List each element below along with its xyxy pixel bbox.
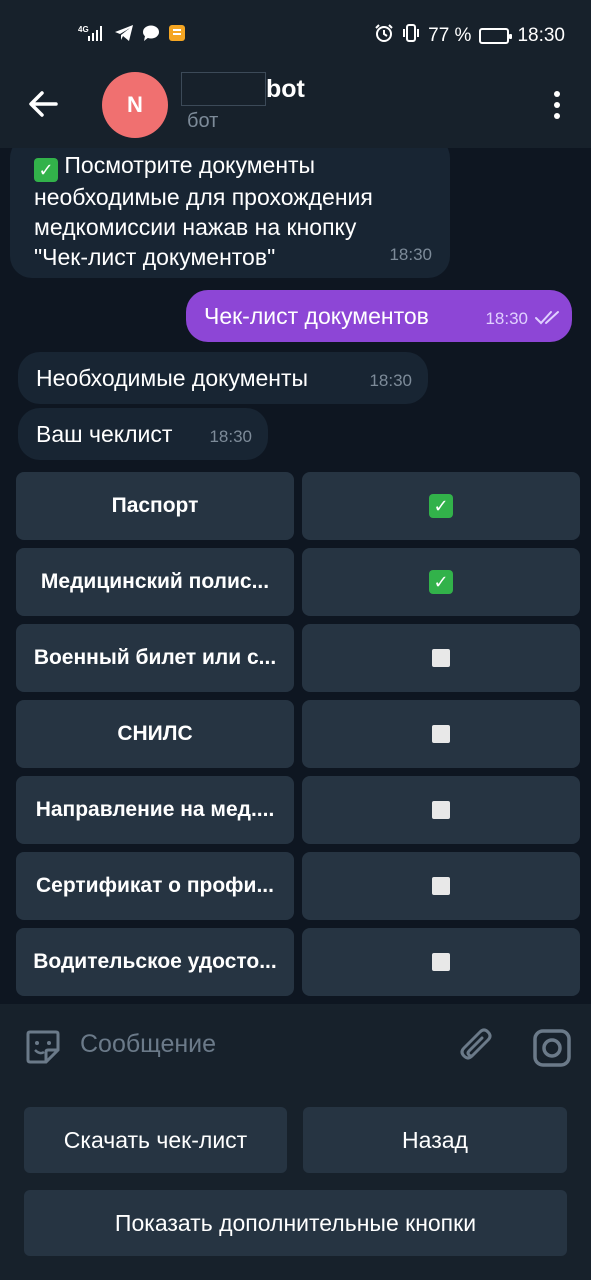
checklist-item-label: Водительское удосто... <box>33 950 277 973</box>
chat-area[interactable]: ✓ Посмотрите документы необходимые для п… <box>0 148 591 1004</box>
checklist-item-button[interactable]: Водительское удосто... <box>16 928 294 996</box>
checklist-item-label: Медицинский полис... <box>40 570 270 593</box>
message-text: Ваш чеклист <box>36 421 173 447</box>
checklist-item-button[interactable]: Сертификат о профи... <box>16 852 294 920</box>
checklist-item-button[interactable]: Паспорт <box>16 472 294 540</box>
message-line: необходимые для прохождения <box>34 184 373 210</box>
battery-percent: 77 % <box>428 25 472 46</box>
checked-icon: ✓ <box>429 570 453 594</box>
chat-subtitle: бот <box>187 110 219 132</box>
message-bubble-incoming: Ваш чеклист 18:30 <box>18 408 268 460</box>
download-checklist-button[interactable]: Скачать чек-лист <box>24 1107 287 1173</box>
chat-title: bot <box>266 75 305 103</box>
double-check-icon <box>534 302 562 332</box>
checklist-item-label: СНИЛС <box>117 722 193 745</box>
attach-icon[interactable] <box>458 1028 496 1073</box>
message-time: 18:30 <box>389 245 432 264</box>
checklist-status-button[interactable]: ✓ <box>302 472 580 540</box>
back-button[interactable]: Назад <box>303 1107 567 1173</box>
reply-keyboard: Скачать чек-лист Назад Показать дополнит… <box>0 1088 591 1280</box>
message-text: Чек-лист документов <box>204 303 429 329</box>
checklist-item-button[interactable]: Направление на мед.... <box>16 776 294 844</box>
checklist-status-button[interactable] <box>302 776 580 844</box>
unchecked-box-icon <box>432 877 450 895</box>
sticker-icon[interactable] <box>24 1028 62 1071</box>
unchecked-box-icon <box>432 801 450 819</box>
message-input[interactable]: Сообщение <box>80 1030 216 1059</box>
checklist-item-label: Паспорт <box>111 494 199 517</box>
alarm-icon <box>374 23 394 49</box>
chat-title-area[interactable]: bot <box>181 72 305 106</box>
message-bubble-outgoing: Чек-лист документов 18:30 <box>186 290 572 342</box>
checklist-item-button[interactable]: СНИЛС <box>16 700 294 768</box>
message-input-bar: Сообщение <box>0 1004 591 1088</box>
message-time: 18:30 <box>369 371 412 390</box>
signal-icon: 4G <box>78 24 106 48</box>
message-line: Посмотрите документы <box>64 152 316 178</box>
message-text: ✓ Посмотрите документы необходимые для п… <box>34 150 373 272</box>
battery-icon <box>479 28 513 44</box>
status-left: 4G <box>78 24 186 48</box>
checklist-item-button[interactable]: Военный билет или с... <box>16 624 294 692</box>
avatar-letter: N <box>127 92 143 117</box>
checklist-item-label: Сертификат о профи... <box>36 874 274 897</box>
checklist-item-label: Направление на мед.... <box>35 798 275 821</box>
checklist-status-button[interactable] <box>302 624 580 692</box>
checked-icon: ✓ <box>429 494 453 518</box>
checklist-status-button[interactable]: ✓ <box>302 548 580 616</box>
telegram-icon <box>114 24 134 48</box>
message-line: "Чек-лист документов" <box>34 244 276 270</box>
status-right: 77 % 18:30 <box>374 23 565 49</box>
back-arrow-icon[interactable] <box>26 86 62 122</box>
app-notification-icon <box>168 24 186 48</box>
redacted-name <box>181 72 266 106</box>
message-time: 18:30 <box>209 427 252 446</box>
message-line: медкомиссии нажав на кнопку <box>34 214 357 240</box>
unchecked-box-icon <box>432 649 450 667</box>
clock: 18:30 <box>517 25 565 46</box>
vibrate-icon <box>402 23 420 49</box>
unchecked-box-icon <box>432 725 450 743</box>
avatar[interactable]: N <box>102 72 168 138</box>
check-emoji-icon: ✓ <box>34 158 58 182</box>
message-text: Необходимые документы <box>36 365 309 391</box>
show-more-buttons-button[interactable]: Показать дополнительные кнопки <box>24 1190 567 1256</box>
checklist-item-label: Военный билет или с... <box>33 646 277 669</box>
unchecked-box-icon <box>432 953 450 971</box>
chat-header: N bot бот <box>0 72 591 148</box>
message-bubble-incoming: ✓ Посмотрите документы необходимые для п… <box>10 148 450 278</box>
checklist-status-button[interactable] <box>302 700 580 768</box>
message-bubble-incoming: Необходимые документы 18:30 <box>18 352 428 404</box>
svg-text:4G: 4G <box>78 25 89 34</box>
checklist-status-button[interactable] <box>302 852 580 920</box>
more-vertical-icon[interactable] <box>549 88 565 122</box>
camera-icon[interactable] <box>532 1028 572 1073</box>
chat-bubble-icon <box>142 24 160 48</box>
status-bar: 4G 77 % 18:30 <box>0 0 591 72</box>
checklist-item-button[interactable]: Медицинский полис... <box>16 548 294 616</box>
message-time: 18:30 <box>485 309 528 328</box>
checklist-status-button[interactable] <box>302 928 580 996</box>
